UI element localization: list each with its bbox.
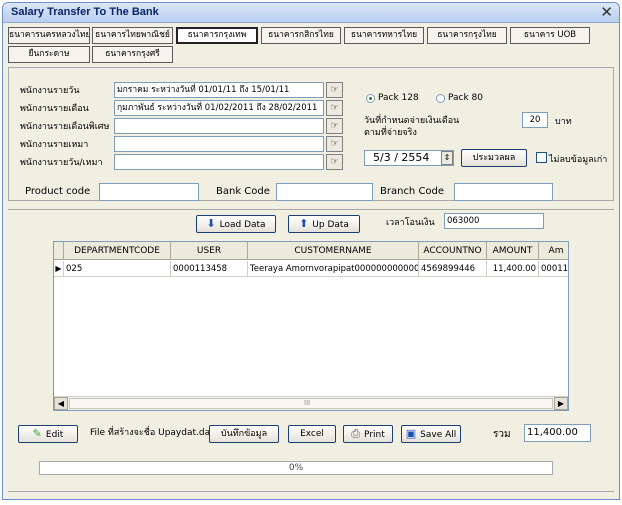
transfer-time-field[interactable]: 063000	[444, 213, 544, 229]
pick-daily-contract-icon[interactable]: ☞	[326, 154, 343, 170]
branch-code-field[interactable]	[454, 183, 553, 201]
section-divider	[8, 209, 614, 210]
special-monthly-field[interactable]	[114, 118, 324, 134]
up-data-label: Up Data	[312, 220, 349, 230]
up-data-button[interactable]: ⬆ Up Data	[288, 215, 360, 233]
row-selector-header	[54, 242, 64, 260]
save-data-button[interactable]: บันทึกข้อมูล	[209, 425, 279, 443]
close-icon[interactable]: ✕	[600, 4, 613, 20]
app-window: Salary Transfer To The Bank ✕ ธนาคารนครห…	[2, 2, 620, 500]
pack128-radio[interactable]	[366, 94, 375, 103]
pick-daily-icon[interactable]: ☞	[326, 82, 343, 98]
keep-old-data-label: ไม่ลบข้อมูลเก่า	[549, 155, 608, 165]
tab-bank-krungthai[interactable]: ธนาคารกรุงไทย	[427, 27, 507, 44]
scroll-thumb[interactable]: III	[69, 398, 553, 409]
upload-arrow-icon: ⬆	[299, 217, 309, 230]
date-dropdown-icon[interactable]: ⇕	[441, 151, 453, 165]
tab-bank-siam-city[interactable]: ธนาคารนครหลวงไทย	[8, 27, 90, 44]
transfer-grid[interactable]: DEPARTMENTCODE USER CUSTOMERNAME ACCOUNT…	[53, 241, 569, 411]
edit-label: Edit	[45, 430, 64, 440]
monthly-period-field[interactable]: กุมภาพันธ์ ระหว่างวันที่ 01/02/2011 ถึง …	[114, 100, 324, 116]
download-arrow-icon: ⬇	[206, 217, 216, 230]
process-button[interactable]: ประมวลผล	[461, 149, 527, 167]
printer-icon: ⎙	[351, 427, 361, 440]
keep-old-data-checkbox[interactable]	[536, 152, 547, 163]
special-monthly-label: พนักงานรายเดือนพิเศษ	[20, 122, 110, 132]
payday-field[interactable]: 20	[522, 112, 548, 128]
file-name-note: File ที่สร้างจะชื่อ Upaydat.dat	[90, 428, 214, 438]
load-data-button[interactable]: ⬇ Load Data	[196, 215, 276, 233]
horizontal-scrollbar[interactable]: ◀ III ▶	[54, 396, 568, 410]
contract-field[interactable]	[114, 136, 324, 152]
print-button[interactable]: ⎙ Print	[343, 425, 393, 443]
scroll-right-icon[interactable]: ▶	[554, 397, 568, 410]
bottom-divider	[8, 491, 614, 492]
title-bar[interactable]: Salary Transfer To The Bank ✕	[3, 3, 619, 23]
window-title: Salary Transfer To The Bank	[11, 6, 159, 18]
row-indicator-icon: ▶	[54, 261, 64, 277]
pack80-label: Pack 80	[448, 93, 484, 103]
scroll-grip-icon: III	[304, 399, 311, 407]
print-label: Print	[364, 430, 385, 440]
cell-accountno[interactable]: 4569899446	[419, 261, 487, 277]
cell-departmentcode[interactable]: 025	[64, 261, 171, 277]
cell-amount[interactable]: 11,400.00	[487, 261, 539, 277]
col-header-amount[interactable]: AMOUNT	[487, 242, 539, 260]
pencil-icon: ✎	[32, 427, 42, 440]
tab-bank-scb[interactable]: ธนาคารไทยพาณิชย์	[92, 27, 173, 44]
excel-button[interactable]: Excel	[288, 425, 336, 443]
payday-unit: บาท	[555, 117, 572, 127]
save-all-label: Save All	[420, 430, 457, 440]
tab-bank-bangkok[interactable]: ธนาคารกรุงเทพ	[176, 27, 258, 44]
tab-bank-tmb[interactable]: ธนาคารทหารไทย	[344, 27, 424, 44]
cell-customername[interactable]: Teeraya Amornvorapipat0000000000000	[248, 261, 419, 277]
pick-contract-icon[interactable]: ☞	[326, 136, 343, 152]
floppy-disk-icon: ▣	[405, 427, 417, 440]
cell-amount-2[interactable]: 0001140000	[539, 261, 568, 277]
scroll-left-icon[interactable]: ◀	[54, 397, 68, 410]
table-row[interactable]: ▶ 025 0000113458 Teeraya Amornvorapipat0…	[54, 261, 568, 277]
branch-code-label: Branch Code	[380, 186, 445, 197]
bank-code-field[interactable]	[276, 183, 373, 201]
grid-header: DEPARTMENTCODE USER CUSTOMERNAME ACCOUNT…	[54, 242, 568, 260]
product-code-field[interactable]	[99, 183, 199, 201]
tab-bank-krungsri[interactable]: ธนาคารกรุงศรี	[92, 46, 173, 63]
col-header-user[interactable]: USER	[171, 242, 248, 260]
tab-bank-kasikorn[interactable]: ธนาคารกสิกรไทย	[261, 27, 341, 44]
payday-label-sub: ตามที่จ่ายจริง	[364, 128, 417, 138]
transfer-time-label: เวลาโอนเงิน	[386, 218, 435, 228]
daily-contract-label: พนักงานรายวัน/เหมา	[20, 158, 103, 168]
edit-button[interactable]: ✎ Edit	[18, 425, 78, 443]
col-header-customername[interactable]: CUSTOMERNAME	[248, 242, 419, 260]
pick-monthly-icon[interactable]: ☞	[326, 100, 343, 116]
pick-special-icon[interactable]: ☞	[326, 118, 343, 134]
col-header-accountno[interactable]: ACCOUNTNO	[419, 242, 487, 260]
total-amount-field: 11,400.00	[524, 424, 591, 442]
load-data-label: Load Data	[219, 220, 266, 230]
tab-paper-submit[interactable]: ยืนกระดาษ	[8, 46, 90, 63]
tab-bank-uob[interactable]: ธนาคาร UOB	[510, 27, 590, 44]
cell-user[interactable]: 0000113458	[171, 261, 248, 277]
save-all-button[interactable]: ▣ Save All	[401, 425, 461, 443]
col-header-amount-2[interactable]: Am	[539, 242, 568, 260]
pack128-label: Pack 128	[378, 93, 419, 103]
daily-employee-label: พนักงานรายวัน	[20, 86, 80, 96]
bank-code-label: Bank Code	[216, 186, 270, 197]
salary-options-panel: พนักงานรายวัน มกราคม ระหว่างวันที่ 01/01…	[8, 67, 614, 201]
contract-employee-label: พนักงานรายเหมา	[20, 140, 89, 150]
col-header-departmentcode[interactable]: DEPARTMENTCODE	[64, 242, 171, 260]
monthly-employee-label: พนักงานรายเดือน	[20, 104, 89, 114]
total-label: รวม	[493, 429, 511, 440]
pack80-radio[interactable]	[436, 94, 445, 103]
progress-bar: 0%	[39, 461, 553, 475]
product-code-label: Product code	[25, 186, 91, 197]
progress-text: 0%	[288, 463, 304, 473]
daily-contract-field[interactable]	[114, 154, 324, 170]
daily-period-field[interactable]: มกราคม ระหว่างวันที่ 01/01/11 ถึง 15/01/…	[114, 82, 324, 98]
